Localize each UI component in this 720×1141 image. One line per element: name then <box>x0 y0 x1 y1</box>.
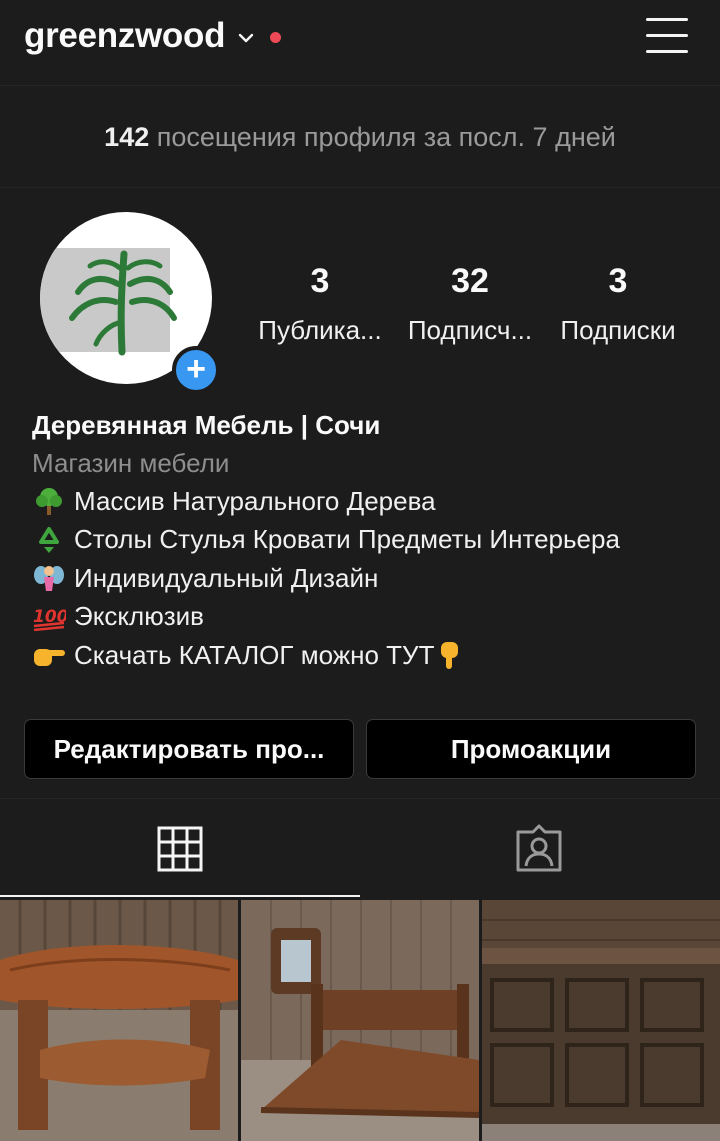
tagged-person-icon <box>516 824 562 872</box>
bio-line: 100 Эксклюзив <box>32 597 702 635</box>
visits-count: 142 <box>104 122 150 152</box>
promotions-button[interactable]: Промоакции <box>366 719 696 779</box>
posts-grid <box>0 900 720 1141</box>
edit-profile-button[interactable]: Редактировать про... <box>24 719 354 779</box>
profile-category: Магазин мебели <box>32 448 230 478</box>
table-photo <box>0 900 238 1141</box>
stat-following[interactable]: 3 Подписки <box>548 262 688 346</box>
stat-following-count: 3 <box>608 262 628 300</box>
tree-emoji-icon <box>36 488 62 516</box>
bio-line-text: Массив Натурального Дерева <box>74 486 436 516</box>
username-switcher[interactable]: greenzwood <box>24 16 225 56</box>
stat-posts[interactable]: 3 Публика... <box>250 262 390 346</box>
stat-following-label: Подписки <box>560 315 676 345</box>
stat-posts-count: 3 <box>310 262 330 300</box>
pointing-right-emoji-icon <box>34 648 65 666</box>
bio-line-text: Столы Стулья Кровати Предметы Интерьера <box>74 524 620 555</box>
hundred-points-emoji-icon: 100 <box>33 607 66 632</box>
profile-header: greenzwood <box>0 0 720 86</box>
stat-posts-label: Публика... <box>258 315 382 345</box>
stat-followers-count: 32 <box>451 262 489 300</box>
bio-line: Столы Стулья Кровати Предметы Интерьера <box>32 520 702 558</box>
bio-line-text: Индивидуальный Дизайн <box>74 562 379 593</box>
pointing-down-emoji-icon <box>441 641 459 669</box>
profile-visits-banner[interactable]: 142 посещения профиля за посл. 7 дней <box>0 86 720 188</box>
post-thumbnail[interactable] <box>241 900 479 1141</box>
post-thumbnail[interactable] <box>0 900 238 1141</box>
stat-followers[interactable]: 32 Подписч... <box>400 262 540 346</box>
chevron-down-icon[interactable] <box>236 28 256 48</box>
recycle-emoji-icon <box>39 526 59 553</box>
profile-name: Деревянная Мебель | Сочи <box>32 410 381 440</box>
tab-posts-grid[interactable] <box>0 799 360 899</box>
visits-text: посещения профиля за посл. 7 дней <box>149 122 616 152</box>
tab-tagged[interactable] <box>360 799 720 899</box>
bio-line: Массив Натурального Дерева <box>32 482 702 520</box>
profile-bio: Деревянная Мебель | Сочи Магазин мебели … <box>32 406 702 674</box>
stat-followers-label: Подписч... <box>407 315 533 345</box>
post-thumbnail[interactable] <box>482 900 720 1141</box>
bio-line-text[interactable]: Скачать КАТАЛОГ можно ТУТ <box>74 640 434 670</box>
bio-line: Индивидуальный Дизайн <box>32 559 702 597</box>
profile-tabs <box>0 798 720 898</box>
bed-photo <box>241 900 479 1141</box>
fairy-emoji-icon <box>34 565 64 591</box>
bar-counter-photo <box>482 900 720 1141</box>
hamburger-menu-icon[interactable] <box>640 14 694 58</box>
bio-line: Скачать КАТАЛОГ можно ТУТ <box>32 636 702 674</box>
grid-icon <box>157 826 203 872</box>
notification-dot <box>270 32 281 43</box>
add-story-button[interactable]: + <box>172 346 220 394</box>
bio-line-text: Эксклюзив <box>74 601 204 632</box>
